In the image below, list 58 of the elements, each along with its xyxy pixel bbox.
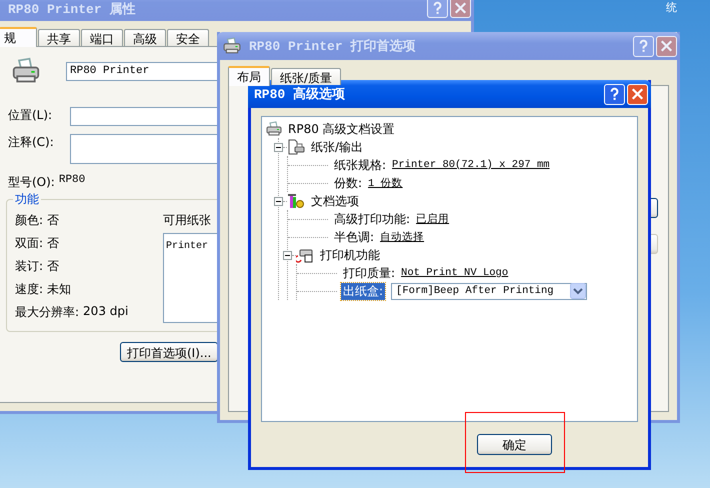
setting-value[interactable]: 已启用 bbox=[416, 212, 450, 226]
printer-icon bbox=[223, 37, 241, 55]
tree-item[interactable]: 纸张/输出 bbox=[309, 138, 366, 156]
expander-toggle[interactable] bbox=[274, 142, 283, 152]
setting-value[interactable]: 自动选择 bbox=[380, 230, 424, 244]
printer-icon bbox=[12, 57, 40, 85]
paper-label: 可用纸张 bbox=[163, 212, 211, 229]
window-title: RP80 Printer 打印首选项 bbox=[249, 38, 416, 55]
list-item[interactable]: Printer bbox=[166, 241, 208, 252]
feature-value: 否 bbox=[47, 235, 60, 252]
tab[interactable]: 端口 bbox=[81, 29, 123, 46]
tab[interactable]: 高级 bbox=[124, 29, 166, 46]
close-button[interactable] bbox=[627, 84, 648, 104]
tab[interactable]: 共享 bbox=[38, 29, 80, 46]
tree-item[interactable]: RP80 高级文档设置 bbox=[286, 120, 397, 138]
feature-label: 双面: bbox=[15, 235, 44, 252]
expander-toggle[interactable] bbox=[274, 196, 283, 206]
tree-item[interactable]: 打印机功能 bbox=[318, 246, 382, 264]
tree-item[interactable]: 纸张规格: bbox=[332, 156, 388, 174]
model-label: 型号(O): bbox=[8, 174, 55, 191]
printer-gear-icon bbox=[296, 247, 314, 263]
field-label: 注释(C): bbox=[7, 134, 55, 151]
setting-value[interactable]: Printer 80(72.1) x 297 mm bbox=[392, 159, 550, 171]
tab[interactable]: 布局 bbox=[228, 66, 270, 86]
window-title: RP80 高级选项 bbox=[254, 86, 346, 103]
page-printer-icon bbox=[287, 139, 305, 155]
tree-item[interactable]: 出纸盒: bbox=[341, 282, 386, 300]
setting-value[interactable]: 1 份数 bbox=[368, 176, 403, 190]
tools-icon bbox=[287, 193, 305, 209]
feature-value: 否 bbox=[47, 212, 60, 229]
help-button[interactable] bbox=[604, 84, 625, 104]
feature-value: 未知 bbox=[47, 281, 72, 298]
ok-button[interactable]: 确定 bbox=[477, 434, 552, 455]
tree-item[interactable]: 高级打印功能: bbox=[332, 210, 412, 228]
printer-icon bbox=[266, 121, 282, 137]
close-button[interactable] bbox=[656, 36, 677, 56]
tree-item[interactable]: 打印质量: bbox=[341, 264, 398, 282]
tree-item[interactable]: 份数: bbox=[332, 174, 364, 192]
preferences-button[interactable]: 打印首选项(I)... bbox=[120, 342, 218, 362]
tray-dropdown[interactable]: [Form]Beep After Printing bbox=[391, 282, 588, 300]
field-label: 位置(L): bbox=[7, 107, 54, 124]
feature-value: 203 dpi bbox=[83, 304, 128, 320]
window-title: RP80 Printer 属性 bbox=[8, 1, 136, 18]
tree-item[interactable]: 文档选项 bbox=[309, 192, 361, 210]
feature-label: 颜色: bbox=[15, 212, 44, 229]
setting-value[interactable]: Not Print NV Logo bbox=[401, 267, 508, 279]
tab[interactable]: 安全 bbox=[167, 29, 209, 46]
tab[interactable]: 纸张/质量 bbox=[271, 68, 342, 85]
tab[interactable]: 规 bbox=[0, 27, 37, 47]
tree-item[interactable]: 半色调: bbox=[332, 228, 376, 246]
expander-toggle[interactable] bbox=[283, 250, 292, 260]
close-button[interactable] bbox=[450, 0, 471, 18]
feature-label: 速度: bbox=[15, 281, 44, 298]
feature-label: 最大分辨率: bbox=[15, 304, 80, 321]
model-value: RP80 bbox=[58, 174, 86, 188]
feature-value: 否 bbox=[47, 258, 60, 275]
desktop-label: 统 bbox=[666, 0, 677, 15]
feature-label: 装订: bbox=[15, 258, 44, 275]
